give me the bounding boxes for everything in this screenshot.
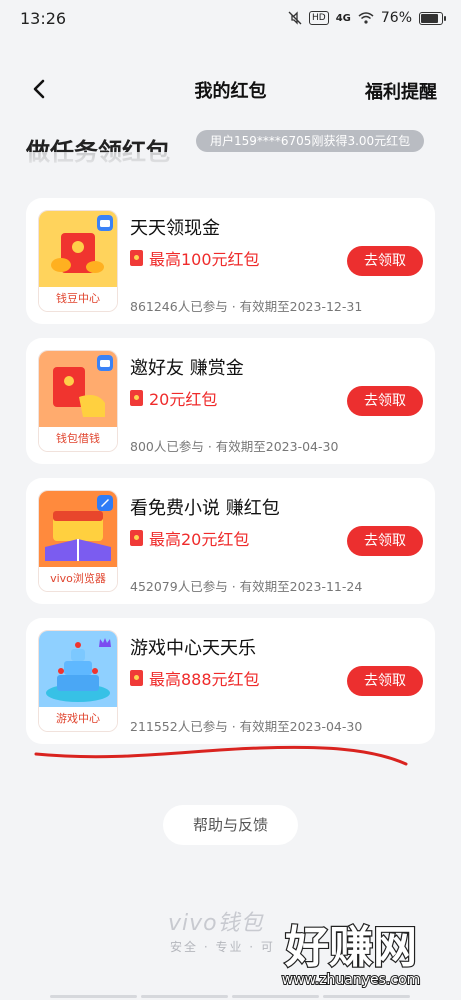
task-reward: 20元红包 [130, 386, 217, 410]
task-title: 邀好友 赚赏金 [130, 358, 244, 379]
battery-icon [419, 11, 446, 25]
help-feedback-button[interactable]: 帮助与反馈 [163, 805, 298, 845]
site-watermark: 好赚网 www.zhuanyes.com [281, 921, 422, 988]
reward-text: 20元红包 [149, 390, 218, 409]
watermark-url: www.zhuanyes.com [282, 972, 421, 988]
status-icons: HD 4G 76% [288, 10, 446, 26]
status-time: 13:26 [20, 8, 67, 28]
browser-badge-icon [97, 495, 113, 511]
hd-icon: HD [309, 11, 329, 25]
reward-text: 最高888元红包 [149, 670, 260, 689]
task-thumbnail: vivo浏览器 [38, 490, 118, 592]
wallet-badge-icon [97, 355, 113, 371]
task-thumbnail: 钱包借钱 [38, 350, 118, 452]
claim-button[interactable]: 去领取 [347, 666, 423, 696]
reward-notice-pill: 用户159****6705刚获得3.00元红包 [196, 130, 425, 152]
signal-4g-icon: 4G [335, 12, 351, 24]
task-card[interactable]: vivo浏览器 看免费小说 赚红包 最高20元红包 去领取 452079人已参与… [26, 478, 435, 604]
task-reward: 最高100元红包 [130, 246, 260, 270]
watermark-text: 好赚网 [284, 922, 417, 973]
task-meta: 800人已参与 · 有效期至2023-04-30 [130, 439, 339, 454]
red-underline-annotation [34, 745, 408, 766]
wallet-badge-icon [97, 215, 113, 231]
header-fade [0, 152, 461, 172]
red-envelope-icon [130, 530, 143, 546]
task-thumbnail: 钱豆中心 [38, 210, 118, 312]
back-arrow-icon[interactable] [28, 78, 50, 100]
red-envelope-icon [130, 670, 143, 686]
task-title: 看免费小说 赚红包 [130, 498, 280, 519]
task-meta: 861246人已参与 · 有效期至2023-12-31 [130, 299, 363, 314]
app-label: vivo浏览器 [39, 567, 117, 591]
reward-text: 最高20元红包 [149, 530, 250, 549]
task-meta: 211552人已参与 · 有效期至2023-04-30 [130, 719, 363, 734]
red-envelope-icon [130, 250, 143, 266]
app-label: 钱包借钱 [39, 427, 117, 451]
crown-badge-icon [99, 638, 111, 647]
task-meta: 452079人已参与 · 有效期至2023-11-24 [130, 579, 363, 594]
vivo-wallet-logo: vivo钱包 [168, 911, 264, 936]
task-reward: 最高888元红包 [130, 666, 260, 690]
task-thumbnail: 游戏中心 [38, 630, 118, 732]
welfare-reminder-button[interactable]: 福利提醒 [365, 78, 437, 104]
mute-icon [288, 11, 302, 25]
red-envelope-icon [130, 390, 143, 406]
claim-button[interactable]: 去领取 [347, 246, 423, 276]
task-card[interactable]: 钱包借钱 邀好友 赚赏金 20元红包 去领取 800人已参与 · 有效期至202… [26, 338, 435, 464]
status-bar: 13:26 HD 4G 76% [0, 0, 461, 36]
wifi-icon [358, 12, 374, 24]
page-title: 我的红包 [194, 81, 267, 102]
claim-button[interactable]: 去领取 [347, 386, 423, 416]
task-title: 天天领现金 [130, 218, 220, 239]
app-label: 钱豆中心 [39, 287, 117, 311]
reward-text: 最高100元红包 [149, 250, 260, 269]
home-indicator [50, 995, 410, 998]
battery-percent: 76% [380, 10, 412, 26]
task-card[interactable]: 钱豆中心 天天领现金 最高100元红包 去领取 861246人已参与 · 有效期… [26, 198, 435, 324]
task-card[interactable]: 游戏中心 游戏中心天天乐 最高888元红包 去领取 211552人已参与 · 有… [26, 618, 435, 744]
nav-bar: 我的红包 福利提醒 [0, 60, 461, 120]
app-label: 游戏中心 [39, 707, 117, 731]
section-header: 做任务领红包 用户159****6705刚获得3.00元红包 [0, 128, 461, 172]
task-title: 游戏中心天天乐 [130, 638, 256, 659]
task-reward: 最高20元红包 [130, 526, 249, 550]
claim-button[interactable]: 去领取 [347, 526, 423, 556]
